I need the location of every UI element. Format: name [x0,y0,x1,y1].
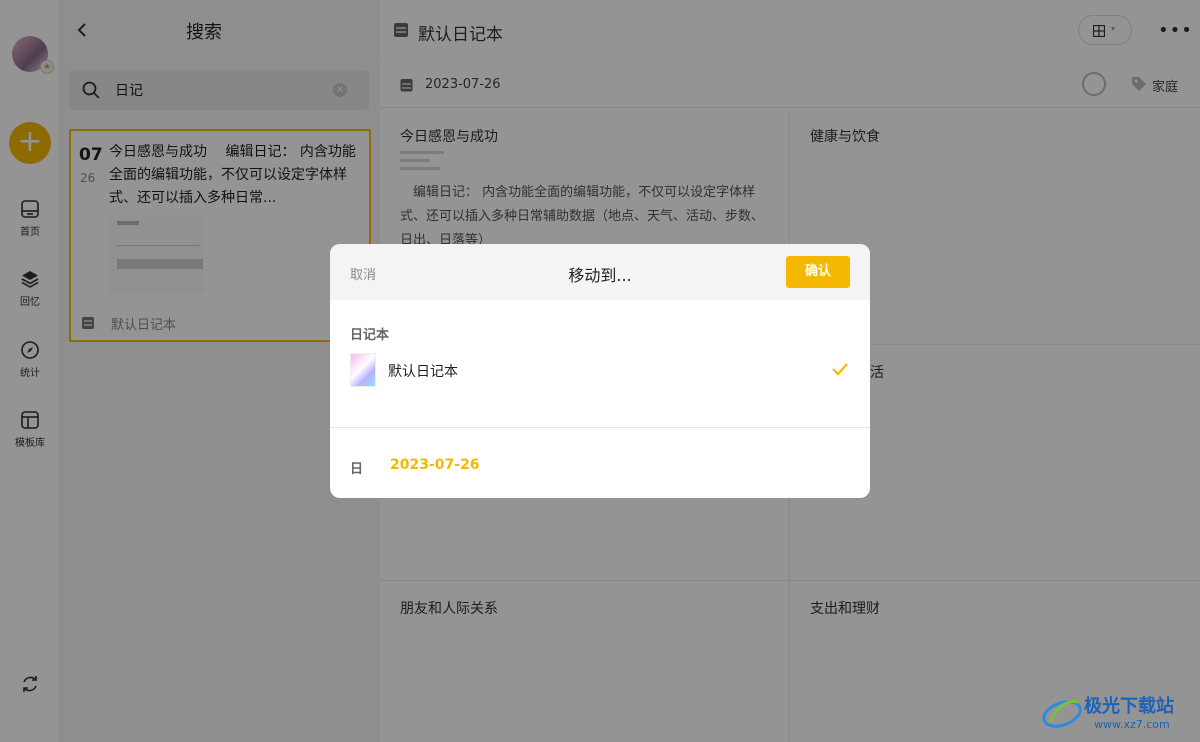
notebook-cover [350,353,376,387]
divider [330,427,870,428]
dialog-header: 取消 移动到... 确认 [330,244,870,300]
notebook-option[interactable]: 默认日记本 [350,353,850,387]
move-to-dialog: 取消 移动到... 确认 日记本 默认日记本 日 2023-07-26 [330,244,870,498]
day-value[interactable]: 2023-07-26 [390,457,480,473]
confirm-button[interactable]: 确认 [786,256,850,288]
watermark-title: 极光下载站 [1084,696,1174,717]
watermark: 极光下载站 www.xz7.com [1040,690,1190,736]
watermark-url: www.xz7.com [1094,718,1170,731]
notebook-option-label: 默认日记本 [388,364,458,380]
day-label: 日 [350,462,364,477]
checkmark-icon [832,363,848,376]
notebook-section-label: 日记本 [350,328,390,343]
watermark-logo-icon [1042,699,1082,728]
